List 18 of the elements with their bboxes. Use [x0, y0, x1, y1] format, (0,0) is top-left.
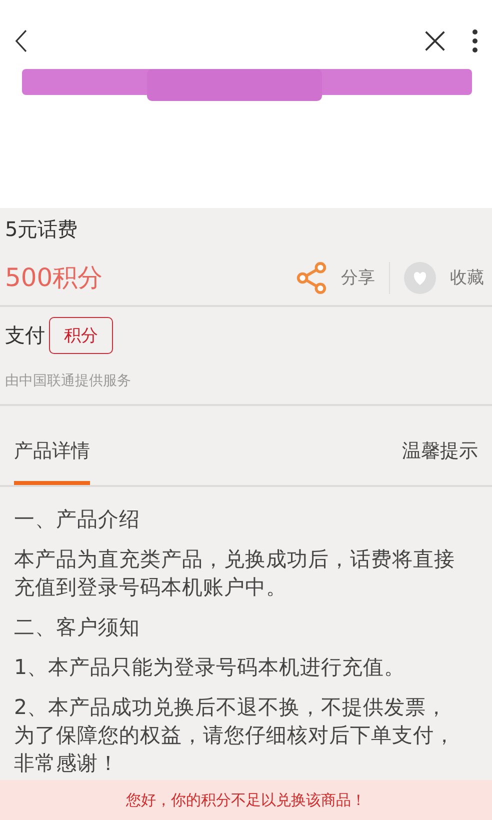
detail-text: 一、产品介绍: [14, 506, 141, 533]
provider-text: 由中国联通提供服务: [5, 372, 132, 391]
more-icon[interactable]: [472, 29, 478, 53]
notice-bar: 您好，你的积分不足以兑换该商品！: [0, 780, 492, 820]
tab[interactable]: 产品详情: [14, 424, 90, 485]
product-name: 5元话费: [5, 216, 79, 243]
favorite-button[interactable]: 收藏: [400, 262, 488, 294]
detail-text: 2、本产品成功兑换后不退不换，不提供发票，为了保障您的权益，请您仔细核对后下单支付，非常感谢！: [14, 694, 456, 777]
close-icon[interactable]: [424, 30, 446, 52]
product-price: 500积分: [5, 262, 103, 294]
payment-method-tag: 积分: [49, 317, 113, 354]
tab[interactable]: 温馨提示: [402, 424, 478, 485]
detail-text: 本产品为直充类产品，兑换成功后，话费将直接充值到登录号码本机账户中。: [14, 546, 456, 601]
payment-label: 支付: [5, 322, 45, 349]
detail-text: 二、客户须知: [14, 614, 141, 641]
share-icon: [295, 262, 327, 294]
share-button[interactable]: 分享: [291, 262, 379, 294]
detail-text: 1、本产品只能为登录号码本机进行充值。: [14, 654, 406, 681]
